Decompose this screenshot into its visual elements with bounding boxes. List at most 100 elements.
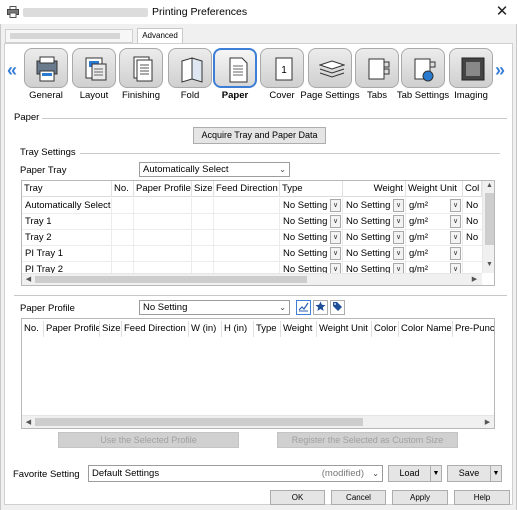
column-header[interactable]: Type (280, 181, 343, 197)
scrollbar-thumb[interactable] (35, 276, 307, 283)
scroll-tabs-right-button[interactable]: » (495, 60, 505, 81)
svg-text:1: 1 (281, 65, 287, 76)
chevron-down-icon[interactable]: ∨ (393, 247, 404, 260)
table-cell (214, 214, 280, 230)
tab-cover[interactable]: 1 Cover (258, 46, 306, 104)
tray-table-hscrollbar[interactable]: ◀ ▶ (22, 273, 482, 285)
cancel-button[interactable]: Cancel (331, 490, 386, 505)
dropdown-arrow-icon: ▼ (432, 470, 440, 477)
load-dropdown-button[interactable]: ▼ (430, 465, 442, 482)
favorite-star-icon[interactable] (313, 300, 328, 315)
column-header[interactable]: Feed Direction (214, 181, 280, 197)
table-cell (112, 246, 134, 262)
scroll-right-arrow[interactable]: ▶ (470, 275, 479, 283)
tray-table-header: Tray No. Paper Profile Size Feed Directi… (22, 181, 482, 197)
tab-advanced[interactable]: Advanced (137, 28, 183, 43)
column-header[interactable]: Size (100, 321, 122, 337)
chevron-down-icon[interactable]: ∨ (450, 215, 461, 228)
paper-tray-label: Paper Tray (20, 165, 67, 176)
column-header[interactable]: No. (22, 321, 44, 337)
table-cell (112, 198, 134, 214)
layout-icon (72, 48, 116, 88)
tray-table-vscrollbar[interactable]: ▲ ▼ (482, 181, 494, 273)
column-header[interactable]: Color Name (399, 321, 453, 337)
acquire-tray-button[interactable]: Acquire Tray and Paper Data (193, 127, 326, 144)
edit-profile-icon[interactable] (296, 300, 311, 315)
save-button[interactable]: Save (447, 465, 491, 482)
page-settings-icon (308, 48, 352, 88)
chevron-down-icon[interactable]: ∨ (330, 199, 341, 212)
table-cell (214, 198, 280, 214)
chevron-down-icon: ⌄ (372, 469, 379, 478)
column-header[interactable]: Size (192, 181, 214, 197)
chevron-down-icon[interactable]: ∨ (330, 231, 341, 244)
divider (14, 295, 507, 296)
apply-button[interactable]: Apply (392, 490, 448, 505)
chevron-down-icon[interactable]: ∨ (393, 231, 404, 244)
tray-rows: Automatically Select No Setting ∨ No Settin… (22, 198, 482, 274)
ok-button[interactable]: OK (270, 490, 325, 505)
table-row[interactable]: Automatically Select No Setting ∨ No Settin… (22, 198, 482, 214)
table-row[interactable]: Tray 2 No Setting ∨ No Setting ∨ g/m² ∨ No (22, 230, 482, 246)
paper-tray-select[interactable]: Automatically Select ⌄ (139, 162, 290, 177)
table-row[interactable]: PI Tray 1 No Setting ∨ No Setting ∨ g/m² ∨ (22, 246, 482, 262)
column-header[interactable]: Paper Profile (134, 181, 192, 197)
use-selected-profile-button[interactable]: Use the Selected Profile (58, 432, 239, 448)
table-cell (192, 246, 214, 262)
scroll-left-arrow[interactable]: ◀ (24, 275, 33, 283)
printer-icon (7, 6, 19, 18)
register-custom-size-button[interactable]: Register the Selected as Custom Size (277, 432, 458, 448)
favorite-setting-select[interactable]: Default Settings (modified) ⌄ (88, 465, 383, 482)
scroll-right-arrow[interactable]: ▶ (483, 418, 492, 426)
tabs-icon (355, 48, 399, 88)
cover-icon: 1 (260, 48, 304, 88)
table-cell (192, 214, 214, 230)
column-header[interactable]: No. (112, 181, 134, 197)
column-header[interactable]: Weight (343, 181, 406, 197)
tab-finishing[interactable]: Finishing (117, 46, 165, 104)
scroll-left-arrow[interactable]: ◀ (24, 418, 33, 426)
chevron-down-icon[interactable]: ∨ (450, 231, 461, 244)
scrollbar-thumb[interactable] (35, 418, 363, 426)
column-header[interactable]: H (in) (222, 321, 254, 337)
chevron-down-icon[interactable]: ∨ (330, 247, 341, 260)
tray-name-cell: PI Tray 1 (22, 246, 112, 262)
tab-tab-settings[interactable]: Tab Settings (397, 46, 449, 104)
tab-settings-icon (401, 48, 445, 88)
paper-profile-select[interactable]: No Setting ⌄ (139, 300, 290, 315)
column-header[interactable]: W (in) (189, 321, 222, 337)
table-cell (112, 230, 134, 246)
chevron-down-icon[interactable]: ∨ (450, 199, 461, 212)
chevron-down-icon[interactable]: ∨ (393, 215, 404, 228)
table-row[interactable]: Tray 1 No Setting ∨ No Setting ∨ g/m² ∨ No (22, 214, 482, 230)
column-header[interactable]: Type (254, 321, 281, 337)
chevron-down-icon[interactable]: ∨ (330, 215, 341, 228)
scroll-tabs-left-button[interactable]: « (7, 60, 17, 81)
scroll-up-arrow[interactable]: ▲ (483, 182, 494, 189)
column-header[interactable]: Weight Unit (317, 321, 372, 337)
column-header[interactable]: Paper Profile (44, 321, 100, 337)
column-header[interactable]: Col (463, 181, 482, 197)
chevron-down-icon[interactable]: ∨ (450, 247, 461, 260)
help-button[interactable]: Help (454, 490, 510, 505)
save-dropdown-button[interactable]: ▼ (490, 465, 502, 482)
column-header[interactable]: Feed Direction (122, 321, 189, 337)
paper-icon (213, 48, 257, 88)
scrollbar-thumb[interactable] (485, 193, 494, 245)
tab-imaging[interactable]: Imaging (447, 46, 495, 104)
column-header[interactable]: Tray (22, 181, 112, 197)
load-button[interactable]: Load (388, 465, 431, 482)
chevron-down-icon[interactable]: ∨ (393, 199, 404, 212)
column-header[interactable]: Weight Unit (406, 181, 463, 197)
column-header[interactable]: Color (372, 321, 399, 337)
scroll-down-arrow[interactable]: ▼ (483, 261, 494, 268)
close-button[interactable]: ✕ (487, 0, 517, 24)
tag-icon[interactable] (330, 300, 345, 315)
column-header[interactable]: Pre-Punch (453, 321, 494, 337)
table-cell (214, 230, 280, 246)
profile-table-hscrollbar[interactable]: ◀ ▶ (22, 415, 494, 428)
tab-general[interactable]: General (22, 46, 70, 104)
column-header[interactable]: Weight (281, 321, 317, 337)
table-cell (192, 198, 214, 214)
tray-settings-label: Tray Settings (20, 147, 76, 158)
